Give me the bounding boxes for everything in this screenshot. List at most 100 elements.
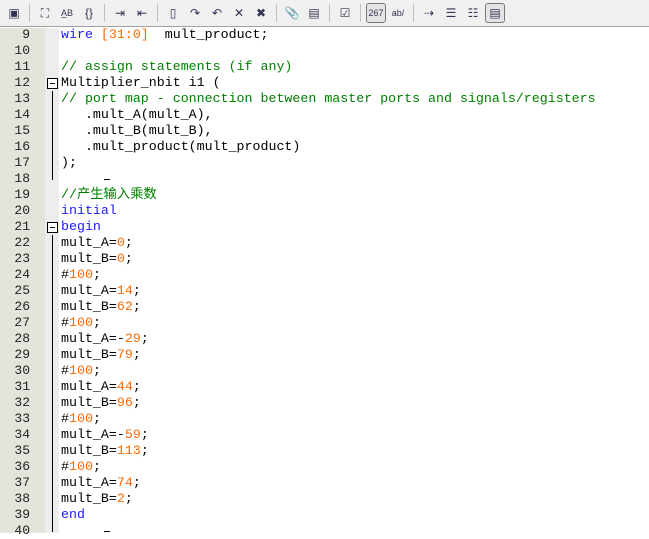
code-view-button[interactable]: ▤ <box>485 3 505 23</box>
prev-bookmark-icon: ↶ <box>211 6 223 20</box>
fold-guide <box>52 91 53 107</box>
fold-guide <box>52 299 53 315</box>
bookmark-icon: ▯ <box>169 6 177 20</box>
code-line: 34 mult_A=-59; <box>0 427 649 443</box>
line-number: 11 <box>14 59 30 74</box>
code-token: mult_product; <box>148 27 269 42</box>
code-text: ); <box>61 155 77 171</box>
code-token: ; <box>132 299 141 314</box>
code-text: mult_B=96; <box>61 395 141 411</box>
check-button[interactable]: ☑ <box>335 3 355 23</box>
code-editor[interactable]: 9 wire [31:0] mult_product; 10 11 // assign … <box>0 27 649 539</box>
line-number: 21 <box>14 219 30 234</box>
fold-guide <box>52 379 53 395</box>
line-numbers-icon: 267 <box>368 8 384 18</box>
clear-all-bookmarks-button[interactable]: ✖ <box>251 3 271 23</box>
code-line: 36 #100; <box>0 459 649 475</box>
code-text: // assign statements (if any) <box>61 59 292 75</box>
window-button[interactable]: ▣ <box>4 3 24 23</box>
code-line: 27 #100; <box>0 315 649 331</box>
code-token: ; <box>132 395 141 410</box>
code-line: 23 mult_B=0; <box>0 251 649 267</box>
attach-button[interactable]: 📎 <box>282 3 302 23</box>
code-token: # <box>61 411 69 426</box>
line-number: 12 <box>14 75 30 90</box>
number-literal: 2 <box>116 491 125 506</box>
number-literal: 100 <box>68 363 93 378</box>
code-line: 9 wire [31:0] mult_product; <box>0 27 649 43</box>
code-line: 26 mult_B=62; <box>0 299 649 315</box>
number-literal: 0 <box>116 251 125 266</box>
word-wrap-button[interactable]: ab/ <box>388 3 408 23</box>
line-number: 9 <box>22 27 30 42</box>
code-token: mult_A= <box>61 235 117 250</box>
fold-guide <box>52 427 53 443</box>
number-literal: [31:0] <box>100 27 149 42</box>
line-numbers-button[interactable]: 267 <box>366 3 386 23</box>
number-literal: 44 <box>116 379 133 394</box>
code-token: mult_A=- <box>61 331 125 346</box>
code-token: mult_A= <box>61 283 117 298</box>
show-indent-button[interactable]: ☰ <box>441 3 461 23</box>
line-number: 38 <box>14 491 30 506</box>
line-number: 35 <box>14 443 30 458</box>
clear-bookmark-button[interactable]: ✕ <box>229 3 249 23</box>
prev-bookmark-button[interactable]: ↶ <box>207 3 227 23</box>
code-token: ; <box>140 331 149 346</box>
show-indent-icon: ☰ <box>445 6 457 20</box>
code-line: 15 .mult_B(mult_B), <box>0 123 649 139</box>
code-line: 13 // port map - connection between maste… <box>0 91 649 107</box>
fold-guide <box>52 523 110 532</box>
replace-button[interactable]: A̲B <box>57 3 77 23</box>
scroll-button[interactable]: ▤ <box>304 3 324 23</box>
goto-brace-button[interactable]: {} <box>79 3 99 23</box>
fold-button[interactable]: ☷ <box>463 3 483 23</box>
bookmark-button[interactable]: ▯ <box>163 3 183 23</box>
code-line: 29 mult_B=79; <box>0 347 649 363</box>
code-token: ; <box>124 235 133 250</box>
find-button[interactable]: ⛶ <box>35 3 55 23</box>
code-line: 10 <box>0 43 649 59</box>
code-text: mult_A=-29; <box>61 331 149 347</box>
line-number: 29 <box>14 347 30 362</box>
next-bookmark-button[interactable]: ↷ <box>185 3 205 23</box>
window-icon: ▣ <box>8 6 20 20</box>
outdent-button[interactable]: ⇤ <box>132 3 152 23</box>
toolbar-separator <box>276 4 277 22</box>
toolbar-separator <box>157 4 158 22</box>
line-number: 20 <box>14 203 30 218</box>
code-token: mult_B= <box>61 347 117 362</box>
fold-guide <box>52 123 53 139</box>
number-literal: 29 <box>124 331 141 346</box>
indent-button[interactable]: ⇥ <box>110 3 130 23</box>
code-token: .mult_B(mult_B), <box>61 123 213 138</box>
line-number: 26 <box>14 299 30 314</box>
goto-brace-icon: {} <box>84 6 93 20</box>
code-text: #100; <box>61 363 101 379</box>
fold-guide <box>52 315 53 331</box>
line-number: 32 <box>14 395 30 410</box>
comment: //产生输入乘数 <box>61 187 157 202</box>
line-number: 18 <box>14 171 30 186</box>
code-text: #100; <box>61 411 101 427</box>
fold-guide <box>52 267 53 283</box>
fold-icon: ☷ <box>467 6 479 20</box>
code-text: Multiplier_nbit i1 ( <box>61 75 221 91</box>
code-text: end <box>61 507 85 523</box>
code-token: ; <box>124 251 133 266</box>
fold-guide <box>52 171 110 180</box>
number-literal: 100 <box>68 267 93 282</box>
fold-collapse-icon[interactable] <box>47 78 58 89</box>
code-token: # <box>61 315 69 330</box>
toolbar-separator <box>329 4 330 22</box>
fold-guide <box>52 507 53 523</box>
code-text: mult_B=2; <box>61 491 133 507</box>
number-literal: 113 <box>116 443 141 458</box>
show-tabs-button[interactable]: ⇢ <box>419 3 439 23</box>
fold-collapse-icon[interactable] <box>47 222 58 233</box>
line-number: 15 <box>14 123 30 138</box>
code-token: ; <box>92 459 101 474</box>
code-line: 35 mult_B=113; <box>0 443 649 459</box>
code-text: mult_B=0; <box>61 251 133 267</box>
keyword: wire <box>61 27 101 42</box>
